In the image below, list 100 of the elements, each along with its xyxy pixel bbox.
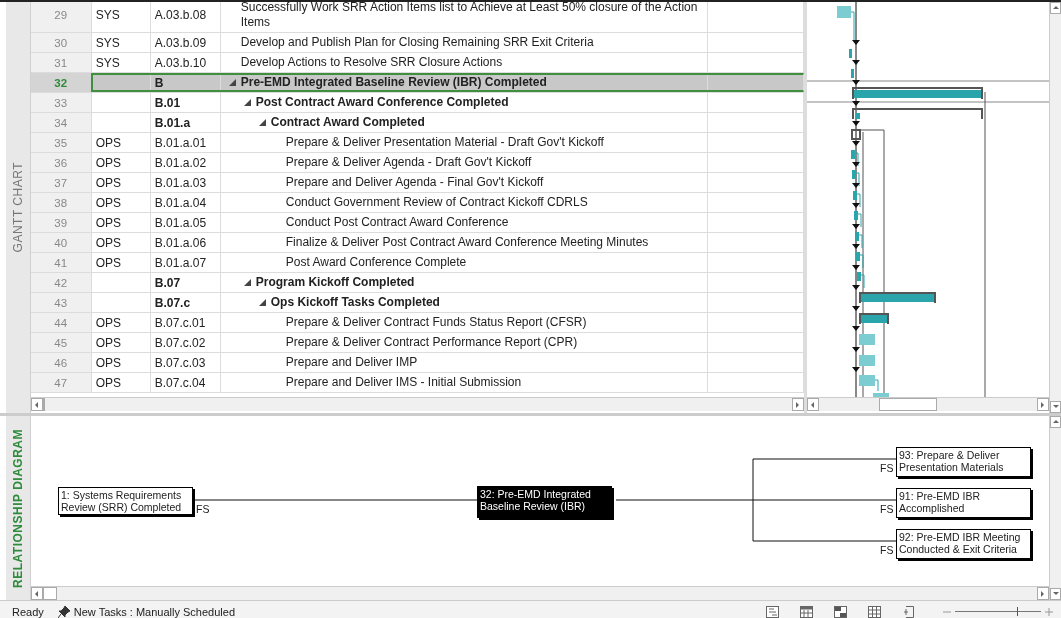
vertical-scrollbar[interactable]: [1049, 2, 1061, 413]
wbs-cell: B: [154, 75, 164, 90]
row-number[interactable]: 30: [30, 33, 92, 52]
team-cell: SYS: [95, 55, 120, 70]
summary-bar[interactable]: [851, 87, 983, 100]
row-number[interactable]: 38: [30, 193, 92, 212]
down-arrow-icon: [1051, 590, 1060, 598]
task-name-cell-text: Prepare & Deliver Contract Performance Report (CPR): [285, 334, 578, 351]
horizontal-scrollbar[interactable]: [30, 397, 804, 411]
row-number[interactable]: 41: [30, 253, 92, 272]
task-bar[interactable]: [850, 150, 855, 159]
summary-bar[interactable]: [851, 108, 983, 120]
scroll-thumb[interactable]: [42, 398, 45, 411]
collapse-icon[interactable]: [258, 119, 266, 126]
scroll-thumb[interactable]: [878, 398, 937, 411]
team-cell: SYS: [95, 8, 120, 22]
scroll-thumb[interactable]: [43, 587, 57, 600]
wbs-cell: B.07.c.03: [154, 355, 206, 370]
task-node[interactable]: 91: Pre-EMD IBR Accomplished: [896, 488, 1031, 518]
collapse-icon[interactable]: [243, 99, 251, 106]
task-name-cell-text: Post Award Conference Complete: [285, 254, 467, 271]
summary-bar[interactable]: [850, 129, 861, 140]
row-number[interactable]: 33: [30, 93, 92, 112]
view-tab[interactable]: GANTT CHART: [6, 2, 31, 413]
split-view-icon[interactable]: [834, 605, 847, 618]
row-number[interactable]: 40: [30, 233, 92, 252]
arrowhead-icon: [851, 162, 860, 167]
row-number[interactable]: 36: [30, 153, 92, 172]
task-name-cell-text: Contract Award Completed: [270, 114, 425, 131]
row-number[interactable]: 44: [30, 313, 92, 332]
scroll-left-button[interactable]: [806, 398, 819, 411]
team-cell: OPS: [95, 335, 122, 350]
wbs-cell: B.01.a.04: [154, 195, 207, 210]
task-name-cell-text: Prepare and Deliver IMS - Initial Submission: [285, 374, 522, 391]
task-name-cell-text: Conduct Government Review of Contract Kickoff CDRLS: [285, 194, 588, 211]
row-number[interactable]: 39: [30, 213, 92, 232]
bracket-view-icon[interactable]: [902, 605, 915, 618]
dependency-line: [854, 152, 859, 167]
team-cell: OPS: [95, 255, 122, 270]
task-bar[interactable]: [852, 191, 857, 200]
row-number[interactable]: 43: [30, 293, 92, 312]
task-node[interactable]: 93: Prepare & Deliver Presentation Materials: [896, 447, 1031, 477]
task-name-cell-text: Develop Actions to Resolve SRR Closure Actions: [240, 54, 503, 71]
arrowhead-icon: [851, 141, 860, 146]
dependency-line: [859, 254, 864, 269]
row-number[interactable]: 29: [30, 2, 92, 32]
collapse-icon[interactable]: [228, 79, 236, 86]
task-node[interactable]: 1: Systems Requirements Review (SRR) Completed: [58, 487, 193, 515]
task-name-cell-text: Conduct Post Contract Award Conference: [285, 214, 509, 231]
scroll-right-button[interactable]: [1037, 587, 1049, 600]
dependency-line: [874, 379, 879, 392]
arrowhead-icon: [851, 80, 860, 85]
task-node[interactable]: 92: Pre-EMD IBR Meeting Conducted & Exit Criteria: [896, 529, 1031, 559]
dependency-line: [856, 193, 861, 208]
right-arrow-icon: [1039, 589, 1047, 598]
row-number[interactable]: 46: [30, 353, 92, 372]
horizontal-scrollbar[interactable]: [806, 397, 1050, 411]
scroll-down-button[interactable]: [1050, 588, 1061, 600]
row-number[interactable]: 34: [30, 113, 92, 132]
row-number[interactable]: 47: [30, 373, 92, 392]
vertical-scrollbar[interactable]: [1049, 416, 1061, 600]
up-arrow-icon: [1051, 418, 1060, 426]
row-number[interactable]: 45: [30, 333, 92, 352]
scroll-down-button[interactable]: [1050, 401, 1061, 413]
arrowhead-icon: [851, 183, 860, 188]
table-grid-icon[interactable]: [868, 605, 881, 618]
team-cell: OPS: [95, 135, 122, 150]
team-cell: OPS: [95, 155, 122, 170]
task-bar[interactable]: [851, 170, 856, 179]
task-bar[interactable]: [850, 69, 854, 78]
row-number[interactable]: 42: [30, 273, 92, 292]
task-name-cell-text: Ops Kickoff Tasks Completed: [270, 294, 440, 311]
outline-view-icon[interactable]: [766, 605, 779, 618]
scroll-up-button[interactable]: [1050, 416, 1061, 428]
task-bar[interactable]: [854, 232, 859, 241]
scroll-right-button[interactable]: [791, 398, 804, 411]
scroll-right-button[interactable]: [1037, 398, 1050, 411]
row-number[interactable]: 31: [30, 53, 92, 72]
scroll-left-button[interactable]: [31, 587, 43, 600]
team-cell: OPS: [95, 355, 122, 370]
row-number[interactable]: 32: [30, 73, 92, 92]
row-number[interactable]: 37: [30, 173, 92, 192]
task-bar[interactable]: [853, 211, 858, 220]
summary-bar[interactable]: [858, 313, 889, 325]
horizontal-scrollbar[interactable]: [31, 586, 1049, 600]
dependency-line: [850, 11, 855, 43]
scroll-up-button[interactable]: [1050, 2, 1061, 14]
row-number[interactable]: 35: [30, 133, 92, 152]
arrowhead-icon: [851, 40, 860, 45]
pin-icon: [57, 605, 70, 618]
arrowhead-icon: [851, 121, 860, 126]
collapse-icon[interactable]: [243, 279, 251, 286]
collapse-icon[interactable]: [258, 299, 266, 306]
task-bar[interactable]: [848, 49, 852, 58]
view-tab[interactable]: RELATIONSHIP DIAGRAM: [6, 416, 31, 600]
task-node[interactable]: 32: Pre-EMD Integrated Baseline Review (IBR): [477, 486, 612, 518]
task-mode-button[interactable]: New Tasks : Manually Scheduled: [57, 605, 235, 618]
calendar-grid-icon[interactable]: [800, 605, 813, 618]
arrowhead-icon: [851, 306, 860, 311]
summary-bar[interactable]: [858, 292, 936, 304]
